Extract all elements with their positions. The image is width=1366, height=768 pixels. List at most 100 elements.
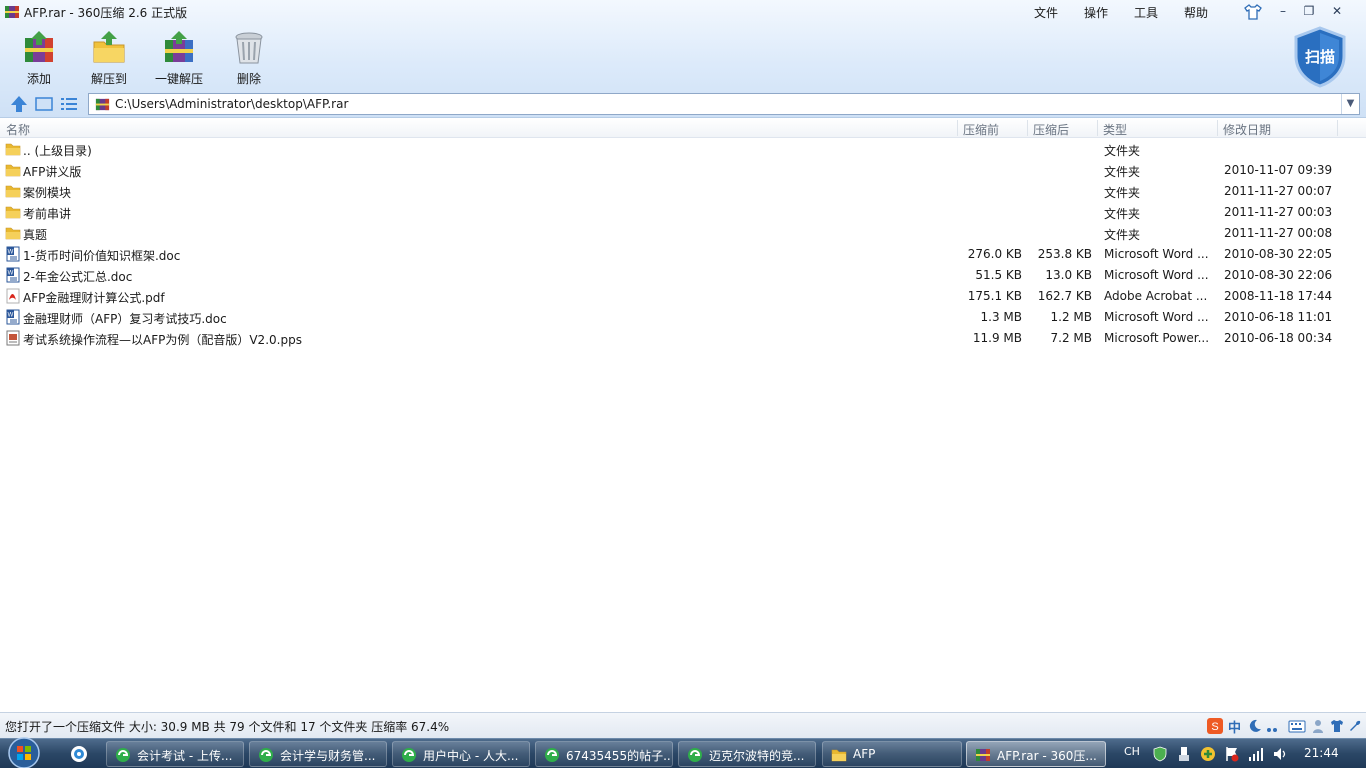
file-size-before: 51.5 KB (975, 268, 1022, 282)
taskbar-item[interactable]: AFP (822, 741, 962, 767)
column-size-before[interactable]: 压缩前 (963, 121, 999, 138)
file-row[interactable]: W 2-年金公式汇总.doc 51.5 KB 13.0 KB Microsoft Wor… (0, 265, 1366, 286)
file-row[interactable]: W 金融理财师（AFP）复习考试技巧.doc 1.3 MB 1.2 MB Microso… (0, 307, 1366, 328)
pdf-icon (6, 288, 20, 304)
taskbar-item[interactable]: 67435455的帖子... (535, 741, 673, 767)
file-type: Microsoft Word ... (1104, 247, 1209, 261)
taskbar: 会计考试 - 上传... 会计学与财务管... 用户中心 - 人大... 674354… (0, 736, 1366, 768)
list-header: 名称 压缩前 压缩后 类型 修改日期 (0, 118, 1366, 138)
punctuation-icon[interactable] (1266, 721, 1278, 733)
extract-to-button[interactable]: 解压到 (77, 30, 141, 88)
thumbnail-view-icon[interactable] (34, 94, 54, 114)
column-size-after[interactable]: 压缩后 (1033, 121, 1069, 138)
svg-text:W: W (8, 250, 14, 256)
address-bar[interactable]: C:\Users\Administrator\desktop\AFP.rar ▼ (88, 93, 1360, 115)
usb-device-icon[interactable] (1176, 746, 1192, 762)
up-arrow-icon[interactable] (9, 94, 29, 114)
folder-icon (5, 206, 21, 219)
delete-label: 删除 (236, 72, 261, 86)
wrench-icon[interactable] (1348, 719, 1362, 733)
folder-icon (5, 143, 21, 156)
file-type: Adobe Acrobat ... (1104, 289, 1208, 303)
taskbar-item[interactable]: 会计学与财务管... (249, 741, 387, 767)
file-row[interactable]: .. (上级目录) 文件夹 (0, 139, 1366, 160)
word-icon: W (6, 267, 20, 283)
column-divider[interactable] (1337, 120, 1338, 136)
column-divider[interactable] (1027, 120, 1028, 136)
status-text: 您打开了一个压缩文件 大小: 30.9 MB 共 79 个文件和 17 个文件夹… (5, 720, 450, 734)
column-type[interactable]: 类型 (1103, 121, 1127, 138)
360-guard-icon[interactable] (1200, 746, 1216, 762)
one-click-extract-label: 一键解压 (154, 72, 203, 86)
column-name[interactable]: 名称 (6, 121, 30, 138)
file-row[interactable]: 真题 文件夹 2011-11-27 00:08 (0, 223, 1366, 244)
taskbar-item[interactable]: 用户中心 - 人大... (392, 741, 530, 767)
taskbar-item-label: AFP.rar - 360压... (997, 749, 1097, 763)
file-row[interactable]: W 1-货币时间价值知识框架.doc 276.0 KB 253.8 KB Microso… (0, 244, 1366, 265)
close-button[interactable]: ✕ (1326, 2, 1348, 20)
taskbar-item-label: 会计考试 - 上传... (137, 749, 233, 763)
file-modified: 2010-08-30 22:05 (1224, 247, 1333, 261)
file-modified: 2011-11-27 00:08 (1224, 226, 1333, 240)
taskbar-item-label: 67435455的帖子... (566, 749, 673, 763)
browser-icon (259, 748, 273, 762)
list-view-icon[interactable] (59, 94, 79, 114)
file-name: 案例模块 (23, 186, 72, 200)
ime-chinese-mode[interactable]: 中 (1228, 717, 1241, 736)
sogou-logo-icon[interactable]: S (1206, 717, 1224, 735)
one-click-extract-icon (165, 31, 193, 62)
taskbar-item[interactable]: 会计考试 - 上传... (106, 741, 244, 767)
taskbar-item[interactable]: 迈克尔波特的竞... (678, 741, 816, 767)
column-modified[interactable]: 修改日期 (1223, 121, 1271, 138)
one-click-extract-button[interactable]: 一键解压 (147, 30, 211, 88)
file-size-after: 253.8 KB (1037, 247, 1092, 261)
language-indicator[interactable]: CH (1124, 745, 1140, 758)
add-button[interactable]: 添加 (7, 30, 71, 88)
scan-button[interactable]: 扫描 (1292, 26, 1348, 88)
file-name: 1-货币时间价值知识框架.doc (23, 249, 181, 263)
column-divider[interactable] (1217, 120, 1218, 136)
keyboard-icon[interactable] (1288, 720, 1306, 733)
file-size-after: 1.2 MB (1050, 310, 1092, 324)
browser-icon (545, 748, 559, 762)
file-name: 真题 (23, 228, 48, 242)
file-type: Microsoft Power... (1104, 331, 1210, 345)
network-signal-icon[interactable] (1248, 746, 1264, 762)
user-icon[interactable] (1312, 719, 1324, 734)
delete-button[interactable]: 删除 (217, 30, 281, 88)
file-row[interactable]: AFP金融理财计算公式.pdf 175.1 KB 162.7 KB Adobe Acr… (0, 286, 1366, 307)
status-bar: 您打开了一个压缩文件 大小: 30.9 MB 共 79 个文件和 17 个文件夹… (0, 712, 1366, 738)
svg-text:S: S (1211, 721, 1218, 733)
folder-icon (5, 185, 21, 198)
file-name: 2-年金公式汇总.doc (23, 270, 133, 284)
moon-icon[interactable] (1248, 719, 1262, 733)
minimize-button[interactable]: – (1272, 2, 1294, 20)
start-button-icon[interactable] (4, 736, 44, 768)
restore-button[interactable]: ❐ (1298, 2, 1320, 20)
taskbar-item[interactable]: AFP.rar - 360压... (966, 741, 1106, 767)
quick-launch-icon[interactable] (68, 744, 90, 764)
file-type: 文件夹 (1104, 207, 1141, 221)
volume-icon[interactable] (1272, 746, 1288, 762)
extract-to-label: 解压到 (90, 72, 127, 86)
file-type: 文件夹 (1104, 228, 1141, 242)
file-size-after: 7.2 MB (1050, 331, 1092, 345)
skin-shirt-icon[interactable] (1244, 4, 1262, 20)
menu-help[interactable]: 帮助 (1184, 4, 1208, 21)
file-type: Microsoft Word ... (1104, 268, 1209, 282)
menu-file[interactable]: 文件 (1034, 4, 1058, 21)
security-shield-icon[interactable] (1152, 746, 1168, 762)
action-center-flag-icon[interactable] (1224, 746, 1240, 762)
address-path: C:\Users\Administrator\desktop\AFP.rar (115, 97, 349, 111)
file-row[interactable]: AFP讲义版 文件夹 2010-11-07 09:39 (0, 160, 1366, 181)
file-row[interactable]: 考前串讲 文件夹 2011-11-27 00:03 (0, 202, 1366, 223)
file-row[interactable]: 案例模块 文件夹 2011-11-27 00:07 (0, 181, 1366, 202)
column-divider[interactable] (957, 120, 958, 136)
clock[interactable]: 21:44 (1304, 746, 1339, 760)
column-divider[interactable] (1097, 120, 1098, 136)
file-row[interactable]: 考试系统操作流程—以AFP为例（配音版）V2.0.pps 11.9 MB 7.2 M… (0, 328, 1366, 349)
menu-operate[interactable]: 操作 (1084, 4, 1108, 21)
menu-tools[interactable]: 工具 (1134, 4, 1158, 21)
address-dropdown-button[interactable]: ▼ (1341, 94, 1359, 114)
skin-shirt-icon[interactable] (1330, 719, 1344, 733)
